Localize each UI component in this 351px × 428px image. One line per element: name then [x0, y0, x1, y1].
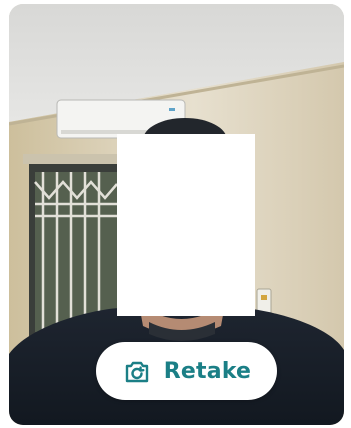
retake-button[interactable]: Retake	[96, 342, 277, 400]
face-redaction	[117, 134, 255, 316]
retake-label: Retake	[163, 358, 252, 384]
camera-rotate-icon	[122, 356, 152, 386]
camera-preview: Retake	[9, 4, 344, 425]
